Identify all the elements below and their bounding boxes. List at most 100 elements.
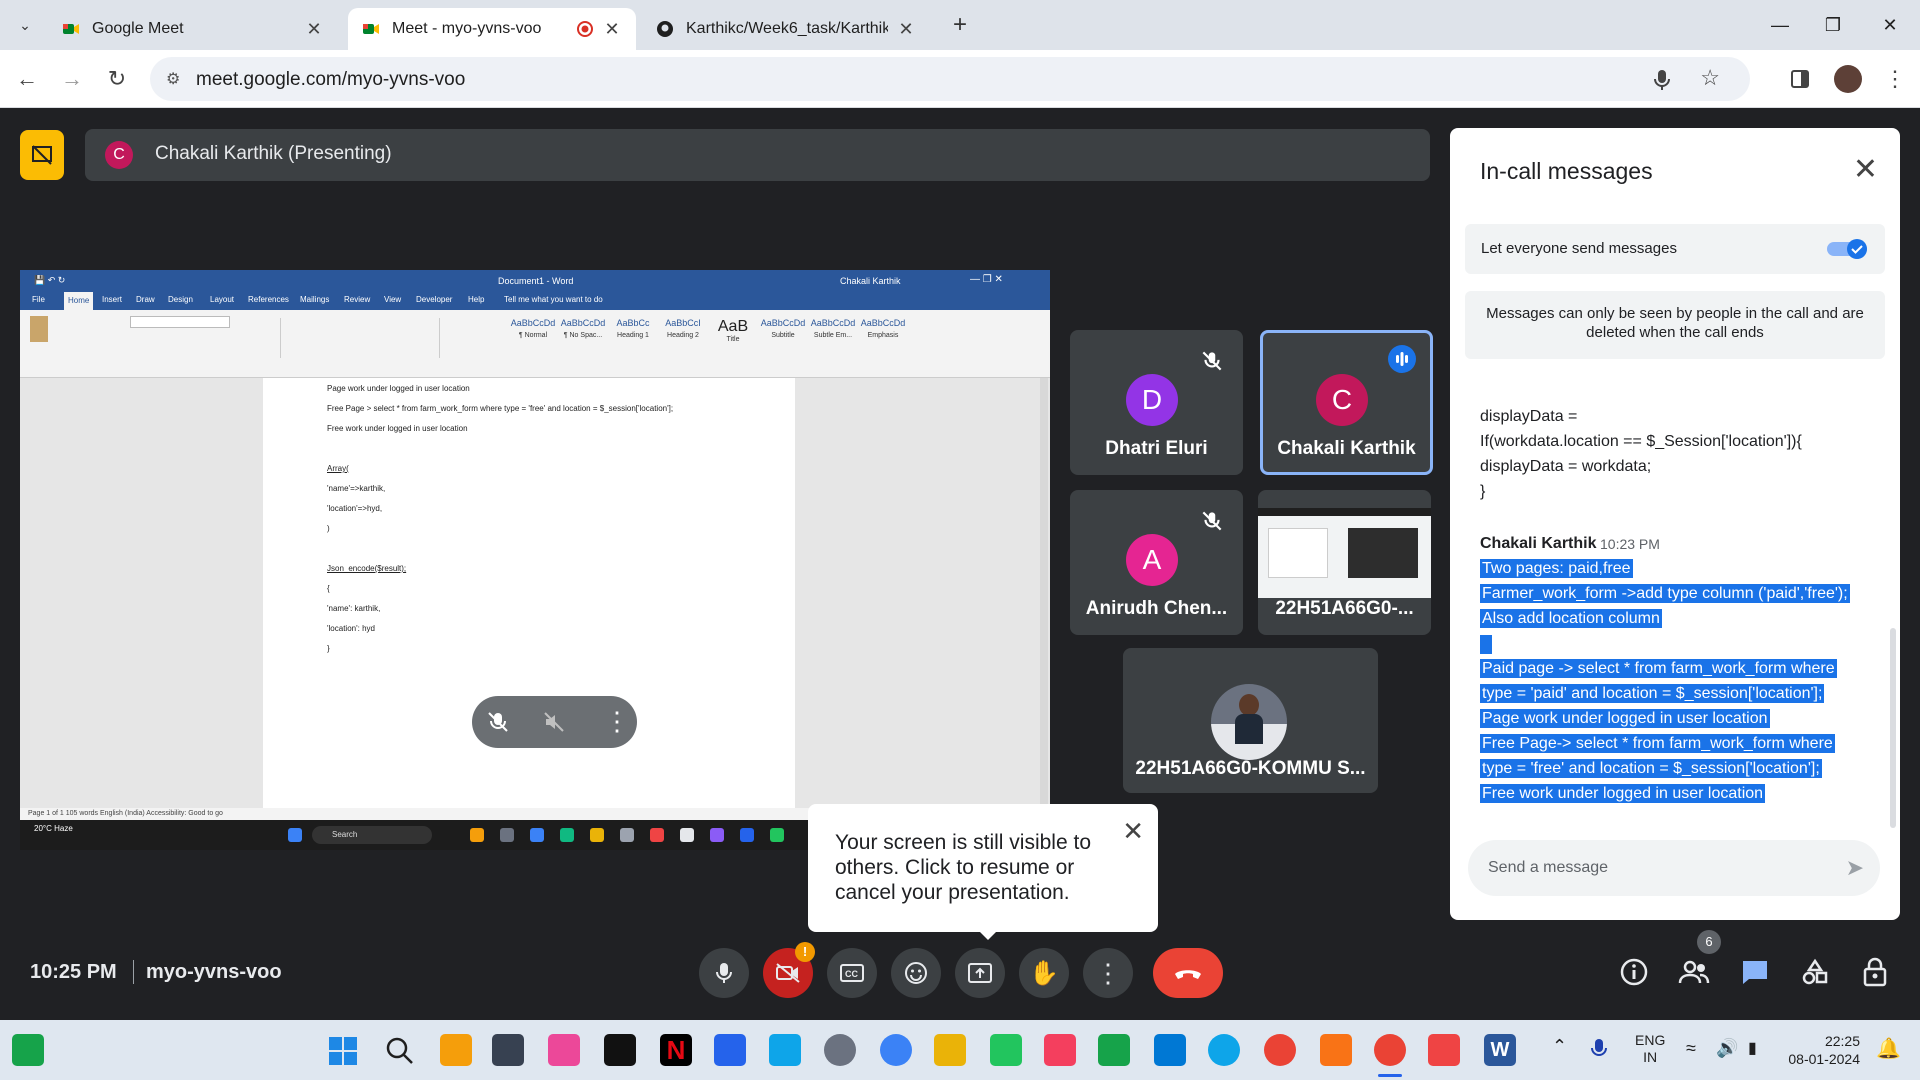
app-icon[interactable]: [880, 1034, 912, 1066]
send-icon[interactable]: ➤: [1846, 855, 1864, 881]
participants-count: 6: [1697, 930, 1721, 954]
volume-icon[interactable]: 🔊: [1716, 1038, 1738, 1059]
meeting-details-button[interactable]: [1615, 953, 1653, 991]
notification-bell-icon[interactable]: 🔔: [1876, 1036, 1901, 1061]
minimize-button[interactable]: —: [1755, 8, 1805, 42]
netflix-icon[interactable]: N: [660, 1034, 692, 1066]
microphone-button[interactable]: [699, 948, 749, 998]
microphone-icon[interactable]: [1652, 69, 1672, 91]
reactions-button[interactable]: [891, 948, 941, 998]
more-options-button[interactable]: ⋮: [1083, 948, 1133, 998]
still-presenting-popup[interactable]: Your screen is still visible to others. …: [808, 804, 1158, 940]
leave-call-button[interactable]: [1153, 948, 1223, 998]
meet-stage: C Chakali Karthik (Presenting) 💾 ↶ ↻ Doc…: [0, 108, 1920, 1020]
language-indicator[interactable]: ENG IN: [1635, 1032, 1665, 1066]
file-explorer-icon[interactable]: [934, 1034, 966, 1066]
avatar: A: [1126, 534, 1178, 586]
copilot-icon[interactable]: [440, 1034, 472, 1066]
stop-presenting-icon[interactable]: [20, 130, 64, 180]
reload-icon[interactable]: ↻: [102, 64, 132, 94]
back-arrow-icon[interactable]: ←: [12, 64, 42, 94]
message-line: Farmer_work_form ->add type column ('pai…: [1480, 584, 1850, 603]
participant-tile-speaking[interactable]: C Chakali Karthik: [1260, 330, 1433, 475]
raise-hand-button[interactable]: ✋: [1019, 948, 1069, 998]
side-panel-icon[interactable]: [1790, 69, 1810, 89]
chat-button[interactable]: [1736, 953, 1774, 991]
host-controls-button[interactable]: [1856, 953, 1894, 991]
app-icon[interactable]: [1098, 1034, 1130, 1066]
anydesk-icon[interactable]: [1428, 1034, 1460, 1066]
in-call-messages-panel: In-call messages ✕ Let everyone send mes…: [1450, 128, 1900, 920]
participant-name: Dhatri Eluri: [1105, 438, 1208, 459]
chat-scrollbar[interactable]: [1890, 628, 1896, 828]
message-time: 10:23 PM: [1600, 536, 1660, 552]
url-text: meet.google.com/myo-yvns-voo: [196, 69, 466, 90]
ribbon-tab: Tell me what you want to do: [504, 295, 603, 304]
ribbon-tab: Developer: [416, 295, 453, 304]
messages-toggle[interactable]: [1825, 238, 1869, 260]
close-icon[interactable]: ✕: [602, 19, 622, 40]
site-info-icon[interactable]: ⚙: [166, 69, 180, 89]
participant-tile-screen[interactable]: 22H51A66G0-...: [1258, 490, 1431, 635]
messages-notice: Messages can only be seen by people in t…: [1465, 291, 1885, 359]
app-icon[interactable]: [604, 1034, 636, 1066]
participant-photo: [1211, 684, 1287, 760]
snipping-tool-icon[interactable]: [548, 1034, 580, 1066]
system-clock[interactable]: 22:25 08-01-2024: [1770, 1032, 1860, 1068]
tab-google-meet[interactable]: Google Meet ✕: [48, 8, 338, 50]
close-window-button[interactable]: ✕: [1865, 8, 1915, 42]
xampp-icon[interactable]: [1320, 1034, 1352, 1066]
settings-gear-icon[interactable]: [824, 1034, 856, 1066]
search-icon[interactable]: [385, 1036, 415, 1066]
tab-github[interactable]: Karthikc/Week6_task/Karthik/ap ✕: [642, 8, 930, 50]
new-tab-button[interactable]: +: [945, 12, 975, 40]
address-bar[interactable]: ⚙ meet.google.com/myo-yvns-voo ☆: [150, 57, 1750, 101]
battery-icon[interactable]: ▮: [1748, 1038, 1757, 1058]
close-icon[interactable]: ✕: [1122, 816, 1144, 847]
app-icon[interactable]: [1044, 1034, 1076, 1066]
tab-meet-call[interactable]: Meet - myo-yvns-voo ✕: [348, 8, 636, 50]
word-ribbon: AaBbCcDd ¶ Normal AaBbCcDd ¶ No Spac... Aa…: [20, 310, 1050, 378]
chrome-icon[interactable]: [1264, 1034, 1296, 1066]
activities-button[interactable]: [1796, 953, 1834, 991]
edge-icon[interactable]: [1208, 1034, 1240, 1066]
wifi-icon[interactable]: ≈: [1686, 1038, 1696, 1059]
more-vert-icon[interactable]: ⋮: [1880, 64, 1910, 94]
star-bookmark-icon[interactable]: ☆: [1700, 65, 1720, 91]
task-view-icon[interactable]: [492, 1034, 524, 1066]
send-message-input[interactable]: Send a message ➤: [1468, 840, 1880, 896]
chrome-icon[interactable]: [1374, 1034, 1406, 1066]
vscode-icon[interactable]: [1154, 1034, 1186, 1066]
windows-start-icon[interactable]: [328, 1036, 358, 1066]
browser-toolbar: ← → ↻ ⚙ meet.google.com/myo-yvns-voo ☆ ⋮: [0, 50, 1920, 108]
doc-scrollbar[interactable]: [1040, 378, 1048, 828]
style-gallery-item: AaBbCcDd Subtle Em...: [810, 318, 856, 339]
people-button[interactable]: [1675, 953, 1713, 991]
participant-tile[interactable]: D Dhatri Eluri: [1070, 330, 1243, 475]
outlook-icon[interactable]: [769, 1034, 801, 1066]
participant-tile[interactable]: A Anirudh Chen...: [1070, 490, 1243, 635]
message-line: Free work under logged in user location: [1480, 784, 1766, 803]
store-icon[interactable]: [714, 1034, 746, 1066]
tab-search-button[interactable]: ⌄: [10, 10, 40, 40]
captions-button[interactable]: CC: [827, 948, 877, 998]
close-icon[interactable]: ✕: [304, 19, 324, 40]
forward-arrow-icon[interactable]: →: [57, 64, 87, 94]
close-icon[interactable]: ✕: [896, 19, 916, 40]
profile-avatar[interactable]: [1834, 65, 1862, 93]
close-icon[interactable]: ✕: [1853, 152, 1878, 187]
camera-off-button[interactable]: !: [763, 942, 815, 998]
participant-tile[interactable]: 22H51A66G0-KOMMU S...: [1123, 648, 1378, 793]
mic-off-icon[interactable]: [486, 710, 510, 734]
volume-off-icon[interactable]: [542, 710, 566, 734]
svg-text:CC: CC: [845, 969, 858, 979]
restore-button[interactable]: ❐: [1808, 8, 1858, 42]
present-screen-button[interactable]: [955, 948, 1005, 998]
chevron-up-icon[interactable]: ⌃: [1552, 1036, 1567, 1057]
app-icon[interactable]: [990, 1034, 1022, 1066]
microphone-icon[interactable]: [1590, 1038, 1608, 1062]
ribbon-tab: Help: [468, 295, 485, 304]
word-icon[interactable]: W: [1484, 1034, 1516, 1066]
more-vert-icon[interactable]: ⋮: [604, 706, 630, 737]
desktop-widget-icon[interactable]: [12, 1034, 44, 1066]
